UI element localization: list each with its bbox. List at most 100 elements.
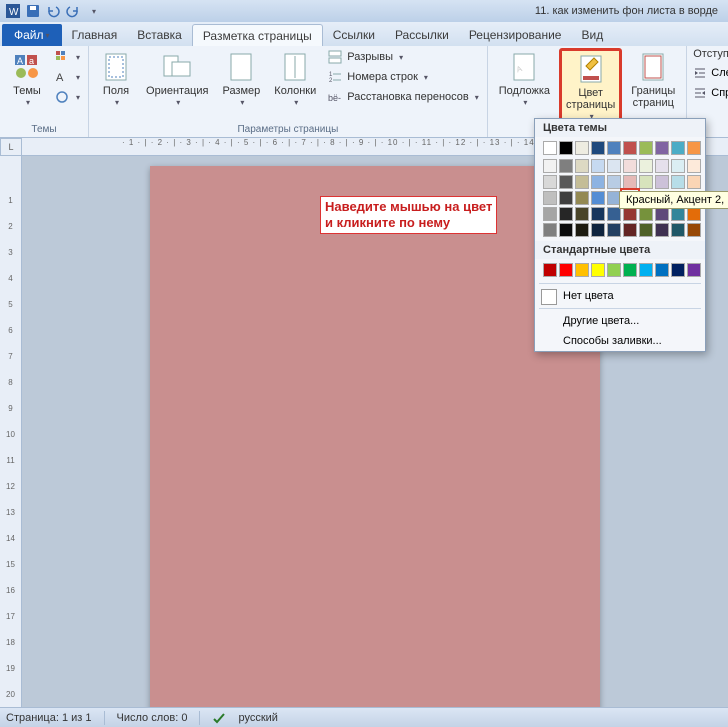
color-swatch[interactable] (559, 263, 573, 277)
color-swatch[interactable] (671, 207, 685, 221)
color-swatch[interactable] (655, 175, 669, 189)
color-swatch[interactable] (559, 223, 573, 237)
color-swatch[interactable] (671, 263, 685, 277)
color-swatch[interactable] (639, 207, 653, 221)
color-swatch[interactable] (591, 141, 605, 155)
page[interactable]: Наведите мышью на цвет и кликните по нем… (150, 166, 600, 707)
color-swatch[interactable] (591, 223, 605, 237)
color-swatch[interactable] (687, 159, 701, 173)
status-language[interactable]: русский (238, 712, 277, 724)
page-color-button[interactable]: Цвет страницы▾ (559, 48, 622, 128)
color-swatch[interactable] (575, 159, 589, 173)
color-swatch[interactable] (655, 263, 669, 277)
undo-icon[interactable] (44, 2, 62, 20)
color-swatch[interactable] (607, 223, 621, 237)
color-swatch[interactable] (543, 159, 557, 173)
vertical-ruler[interactable]: 123456789101112131415161718192021 (0, 156, 22, 707)
fill-effects-item[interactable]: Способы заливки... (535, 331, 705, 351)
tab-5[interactable]: Рецензирование (459, 24, 572, 46)
color-swatch[interactable] (559, 191, 573, 205)
color-swatch[interactable] (623, 223, 637, 237)
color-swatch[interactable] (639, 159, 653, 173)
color-swatch[interactable] (575, 207, 589, 221)
color-swatch[interactable] (671, 159, 685, 173)
color-swatch[interactable] (623, 263, 637, 277)
color-swatch[interactable] (623, 175, 637, 189)
ruler-corner[interactable]: L (0, 138, 22, 156)
color-swatch[interactable] (543, 175, 557, 189)
color-swatch[interactable] (559, 207, 573, 221)
color-swatch[interactable] (623, 207, 637, 221)
word-icon[interactable]: W (4, 2, 22, 20)
color-swatch[interactable] (607, 263, 621, 277)
color-swatch[interactable] (671, 175, 685, 189)
size-button[interactable]: Размер▾ (217, 48, 265, 112)
tab-4[interactable]: Рассылки (385, 24, 459, 46)
color-swatch[interactable] (591, 191, 605, 205)
color-swatch[interactable] (591, 159, 605, 173)
no-color-item[interactable]: Нет цвета (535, 286, 705, 306)
color-swatch[interactable] (591, 207, 605, 221)
save-icon[interactable] (24, 2, 42, 20)
color-swatch[interactable] (575, 263, 589, 277)
color-swatch[interactable] (623, 141, 637, 155)
color-swatch[interactable] (623, 159, 637, 173)
theme-fonts-button[interactable]: A▾ (52, 68, 82, 86)
color-swatch[interactable] (671, 223, 685, 237)
qat-customize-icon[interactable]: ▾ (84, 2, 102, 20)
color-swatch[interactable] (543, 263, 557, 277)
columns-button[interactable]: Колонки▾ (269, 48, 321, 112)
redo-icon[interactable] (64, 2, 82, 20)
color-swatch[interactable] (655, 159, 669, 173)
color-swatch[interactable] (671, 141, 685, 155)
color-swatch[interactable] (655, 141, 669, 155)
color-swatch[interactable] (687, 175, 701, 189)
breaks-button[interactable]: Разрывы▾ (325, 48, 481, 66)
tab-3[interactable]: Ссылки (323, 24, 385, 46)
color-swatch[interactable] (591, 263, 605, 277)
color-swatch[interactable] (559, 159, 573, 173)
color-swatch[interactable] (559, 141, 573, 155)
color-swatch[interactable] (687, 223, 701, 237)
color-swatch[interactable] (687, 207, 701, 221)
watermark-button[interactable]: AПодложка▾ (494, 48, 555, 112)
color-swatch[interactable] (607, 175, 621, 189)
color-swatch[interactable] (607, 207, 621, 221)
color-swatch[interactable] (639, 223, 653, 237)
color-swatch[interactable] (543, 141, 557, 155)
color-swatch[interactable] (575, 191, 589, 205)
file-tab[interactable]: Файл ▾ (2, 24, 62, 46)
orientation-button[interactable]: Ориентация▾ (141, 48, 213, 112)
color-swatch[interactable] (543, 191, 557, 205)
line-numbers-button[interactable]: 12Номера строк▾ (325, 68, 481, 86)
margins-button[interactable]: Поля▾ (95, 48, 137, 112)
themes-button[interactable]: Aa Темы▾ (6, 48, 48, 112)
color-swatch[interactable] (655, 223, 669, 237)
tab-1[interactable]: Вставка (127, 24, 192, 46)
more-colors-item[interactable]: Другие цвета... (535, 311, 705, 331)
tab-2[interactable]: Разметка страницы (192, 24, 323, 46)
proofing-icon[interactable] (212, 711, 226, 725)
color-swatch[interactable] (591, 175, 605, 189)
color-swatch[interactable] (655, 207, 669, 221)
color-swatch[interactable] (607, 141, 621, 155)
color-swatch[interactable] (639, 175, 653, 189)
color-swatch[interactable] (639, 263, 653, 277)
theme-effects-button[interactable]: ▾ (52, 88, 82, 106)
theme-colors-button[interactable]: ▾ (52, 48, 82, 66)
status-page[interactable]: Страница: 1 из 1 (6, 712, 92, 724)
status-word-count[interactable]: Число слов: 0 (117, 712, 188, 724)
color-swatch[interactable] (559, 175, 573, 189)
tab-0[interactable]: Главная (62, 24, 128, 46)
color-swatch[interactable] (575, 175, 589, 189)
color-swatch[interactable] (687, 263, 701, 277)
color-swatch[interactable] (543, 223, 557, 237)
color-swatch[interactable] (543, 207, 557, 221)
color-swatch[interactable] (607, 159, 621, 173)
color-swatch[interactable] (687, 141, 701, 155)
hyphenation-button[interactable]: bё-Расстановка переносов▾ (325, 88, 481, 106)
page-borders-button[interactable]: Границы страниц (626, 48, 680, 112)
tab-6[interactable]: Вид (571, 24, 613, 46)
color-swatch[interactable] (575, 141, 589, 155)
color-swatch[interactable] (575, 223, 589, 237)
